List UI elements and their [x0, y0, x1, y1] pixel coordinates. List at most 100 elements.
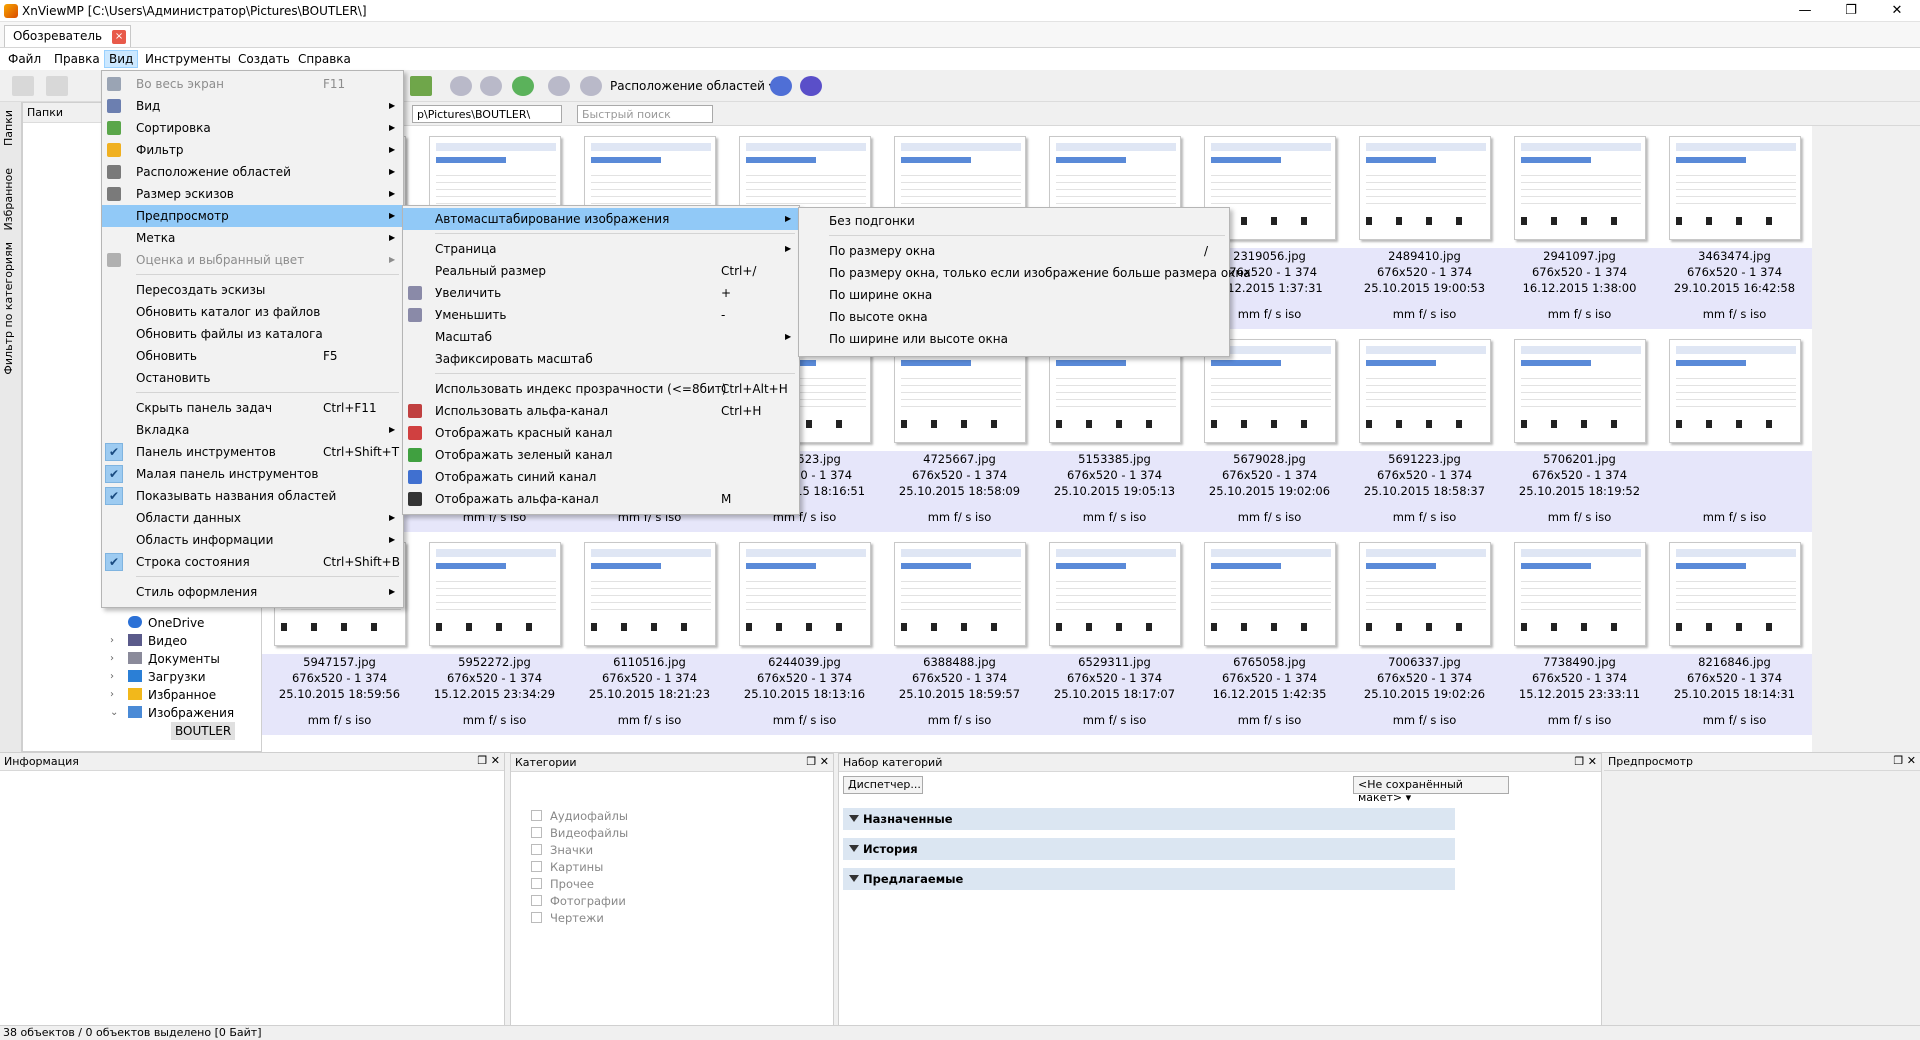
menu-create[interactable]: Создать — [234, 50, 294, 68]
view-menu-item[interactable]: ✔ Панель инструментов Ctrl+Shift+T — [102, 441, 405, 463]
menu-edit[interactable]: Правка — [50, 50, 104, 68]
menu-tools[interactable]: Инструменты — [141, 50, 235, 68]
path-input[interactable]: p\Pictures\BOUTLER\ — [412, 105, 562, 123]
tree-item-documents[interactable]: › Документы — [110, 650, 220, 668]
view-menu-item[interactable]: Размер эскизов ▶ — [102, 183, 405, 205]
thumbnail-item[interactable]: 6765058.jpg 676x520 - 1 374 16.12.2015 1:4… — [1192, 532, 1347, 735]
category-item[interactable]: Значки — [531, 842, 593, 859]
view-menu-item[interactable]: Области данных ▶ — [102, 507, 405, 529]
view-menu-item[interactable]: Фильтр ▶ — [102, 139, 405, 161]
view-menu-item[interactable]: Обновить файлы из каталога — [102, 323, 405, 345]
autoscale-menu-item[interactable]: По высоте окна — [799, 306, 1231, 328]
preview-menu-item[interactable]: Уменьшить - — [403, 304, 801, 326]
panel-close-icon[interactable]: ❐ ✕ — [477, 754, 500, 767]
view-menu-item[interactable]: Обновить каталог из файлов — [102, 301, 405, 323]
view-menu-item[interactable]: Предпросмотр ▶ — [102, 205, 405, 227]
set-group-history[interactable]: История — [843, 838, 1455, 860]
tree-item-video[interactable]: › Видео — [110, 632, 187, 650]
minimize-button[interactable]: — — [1782, 0, 1828, 22]
layout-dropdown[interactable]: Расположение областей ▾ — [610, 77, 775, 95]
view-menu-item[interactable]: ✔ Малая панель инструментов — [102, 463, 405, 485]
view-menu-item[interactable]: Область информации ▶ — [102, 529, 405, 551]
grid-scrollbar[interactable] — [1902, 126, 1920, 752]
view-mode-icon[interactable] — [46, 76, 68, 96]
view-menu-item[interactable]: Вид ▶ — [102, 95, 405, 117]
menu-file[interactable]: Файл — [4, 50, 45, 68]
view-menu-item[interactable]: Во весь экран F11 — [102, 73, 405, 95]
preview-menu-item[interactable]: Использовать индекс прозрачности (<=8бит… — [403, 378, 801, 400]
fullscreen-icon[interactable] — [12, 76, 34, 96]
thumbnail-item[interactable]: 5952272.jpg 676x520 - 1 374 15.12.2015 23:… — [417, 532, 572, 735]
preview-menu-item[interactable]: Зафиксировать масштаб — [403, 348, 801, 370]
tree-item-favorites[interactable]: › Избранное — [110, 686, 216, 704]
autoscale-menu-item[interactable]: По ширине или высоте окна — [799, 328, 1231, 350]
view-menu-item[interactable]: Вкладка ▶ — [102, 419, 405, 441]
view-menu-item[interactable]: Пересоздать эскизы — [102, 279, 405, 301]
up-icon[interactable] — [512, 76, 534, 96]
side-tab-favorites[interactable]: Избранное — [2, 168, 15, 230]
view-menu-item[interactable]: Обновить F5 — [102, 345, 405, 367]
tree-item-downloads[interactable]: › Загрузки — [110, 668, 206, 686]
thumbnail-item[interactable]: mm f/ s iso — [1657, 329, 1812, 532]
menu-view[interactable]: Вид — [104, 50, 139, 68]
category-item[interactable]: Прочее — [531, 876, 594, 893]
dispatcher-button[interactable]: Диспетчер... — [843, 776, 923, 794]
autoscale-menu-item[interactable]: Без подгонки — [799, 210, 1231, 232]
menu-help[interactable]: Справка — [294, 50, 355, 68]
panel-close-icon[interactable]: ❐ ✕ — [1574, 755, 1597, 768]
view-menu-item[interactable]: Остановить — [102, 367, 405, 389]
preview-menu-item[interactable]: Автомасштабирование изображения ▶ — [403, 208, 801, 230]
thumbnail-item[interactable]: 6244039.jpg 676x520 - 1 374 25.10.2015 18:… — [727, 532, 882, 735]
view-menu-item[interactable]: Оценка и выбранный цвет ▶ — [102, 249, 405, 271]
layout-select[interactable]: <Не сохранённый макет> ▾ — [1353, 776, 1509, 804]
tab-browser[interactable]: Обозреватель × — [4, 25, 132, 47]
thumbnail-item[interactable]: 2941097.jpg 676x520 - 1 374 16.12.2015 1:3… — [1502, 126, 1657, 329]
preview-menu-item[interactable]: Масштаб ▶ — [403, 326, 801, 348]
thumbnail-item[interactable]: 7006337.jpg 676x520 - 1 374 25.10.2015 19:… — [1347, 532, 1502, 735]
preview-menu-item[interactable]: Реальный размер Ctrl+/ — [403, 260, 801, 282]
preview-menu-item[interactable]: Увеличить + — [403, 282, 801, 304]
thumbnail-item[interactable]: 5679028.jpg 676x520 - 1 374 25.10.2015 19:… — [1192, 329, 1347, 532]
close-button[interactable]: ✕ — [1874, 0, 1920, 22]
view-menu-item[interactable]: ✔ Строка состояния Ctrl+Shift+B — [102, 551, 405, 573]
thumbnail-item[interactable]: 5706201.jpg 676x520 - 1 374 25.10.2015 18:… — [1502, 329, 1657, 532]
thumbnail-item[interactable]: 8216846.jpg 676x520 - 1 374 25.10.2015 18:… — [1657, 532, 1812, 735]
tree-item-images[interactable]: ⌄ Изображения — [110, 704, 234, 722]
view-menu-item[interactable]: ✔ Показывать названия областей — [102, 485, 405, 507]
help-icon[interactable] — [800, 76, 822, 96]
tab-close-icon[interactable]: × — [112, 30, 127, 44]
view-menu-item[interactable]: Стиль оформления ▶ — [102, 581, 405, 603]
autoscale-menu-item[interactable]: По размеру окна, только если изображение… — [799, 262, 1251, 284]
preview-menu-item[interactable]: Отображать красный канал — [403, 422, 801, 444]
tree-item-boutler[interactable]: BOUTLER — [171, 722, 236, 740]
category-item[interactable]: Чертежи — [531, 910, 604, 927]
category-item[interactable]: Картины — [531, 859, 603, 876]
preview-menu-item[interactable]: Отображать зеленый канал — [403, 444, 801, 466]
settings-gear-icon[interactable] — [770, 76, 792, 96]
panel-close-icon[interactable]: ❐ ✕ — [1893, 754, 1916, 767]
thumbnail-item[interactable]: 5153385.jpg 676x520 - 1 374 25.10.2015 19:… — [1037, 329, 1192, 532]
category-item[interactable]: Фотографии — [531, 893, 626, 910]
set-group-assigned[interactable]: Назначенные — [843, 808, 1455, 830]
rotate-right-icon[interactable] — [580, 76, 602, 96]
preview-menu-item[interactable]: Отображать синий канал — [403, 466, 801, 488]
autoscale-menu-item[interactable]: По размеру окна / — [799, 240, 1231, 262]
rotate-left-icon[interactable] — [548, 76, 570, 96]
tree-item-onedrive[interactable]: OneDrive — [128, 614, 204, 632]
side-tab-folders[interactable]: Папки — [2, 110, 15, 146]
quick-search-input[interactable]: Быстрый поиск — [577, 105, 713, 123]
maximize-button[interactable]: ❐ — [1828, 0, 1874, 22]
category-item[interactable]: Видеофайлы — [531, 825, 628, 842]
thumbnail-item[interactable]: 3463474.jpg 676x520 - 1 374 29.10.2015 16:… — [1657, 126, 1812, 329]
side-tab-category-filter[interactable]: Фильтр по категориям — [2, 242, 15, 375]
view-menu-item[interactable]: Скрыть панель задач Ctrl+F11 — [102, 397, 405, 419]
back-icon[interactable] — [450, 76, 472, 96]
preview-menu-item[interactable]: Использовать альфа-канал Ctrl+H — [403, 400, 801, 422]
thumbnail-item[interactable]: 5691223.jpg 676x520 - 1 374 25.10.2015 18:… — [1347, 329, 1502, 532]
category-item[interactable]: Аудиофайлы — [531, 808, 628, 825]
preview-menu-item[interactable]: Страница ▶ — [403, 238, 801, 260]
thumbnail-item[interactable]: 6529311.jpg 676x520 - 1 374 25.10.2015 18:… — [1037, 532, 1192, 735]
set-group-suggested[interactable]: Предлагаемые — [843, 868, 1455, 890]
thumbnail-item[interactable]: 6388488.jpg 676x520 - 1 374 25.10.2015 18:… — [882, 532, 1037, 735]
thumbnail-item[interactable]: 2489410.jpg 676x520 - 1 374 25.10.2015 19:… — [1347, 126, 1502, 329]
